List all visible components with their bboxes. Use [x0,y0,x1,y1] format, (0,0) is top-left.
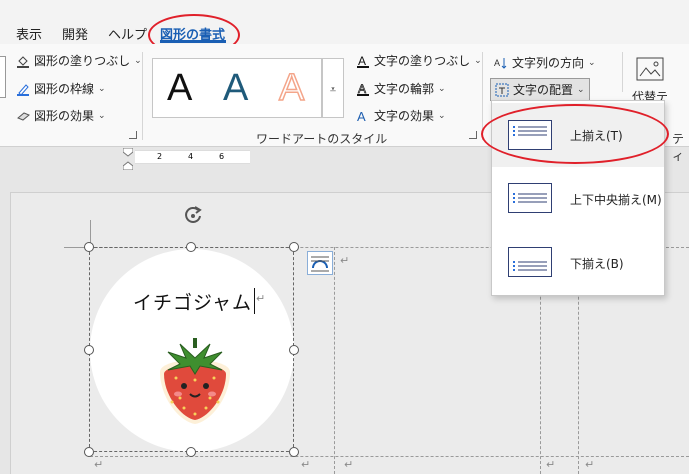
align-middle-option[interactable]: 上下中央揃え(M) [492,167,664,231]
svg-text:A: A [494,58,500,68]
align-middle-label: 上下中央揃え(M) [570,193,662,207]
resize-handle[interactable] [289,345,299,355]
chevron-down-icon: ⌄ [474,55,482,66]
horizontal-ruler[interactable]: 2 4 6 [135,150,250,164]
shape-fill-label: 図形の塗りつぶし [34,54,131,68]
indent-marker-icon[interactable] [122,147,134,171]
wordart-style-3[interactable]: A [278,66,305,110]
highlight-ring-align-top [481,104,669,164]
shape-text[interactable]: イチゴジャム [133,288,252,315]
wordart-group-label: ワードアートのスタイル [256,132,388,146]
paragraph-mark: ↵ [344,458,354,471]
alt-text-picture-icon[interactable] [636,56,666,90]
chevron-down-icon: ⌄ [438,110,446,121]
chevron-down-icon: ⌄ [98,110,106,121]
group-separator [622,52,623,92]
paragraph-mark: ↵ [546,458,556,471]
wordart-style-1[interactable]: A [167,67,192,110]
shape-effects-label: 図形の効果 [34,109,95,123]
svg-text:A: A [357,109,366,123]
text-cursor [254,288,255,314]
paint-bucket-icon [16,54,30,68]
text-fill-icon: A [356,54,370,68]
resize-handle[interactable] [84,447,94,457]
svg-text:A: A [358,82,366,96]
resize-handle[interactable] [289,447,299,457]
text-outline-icon: A [356,81,370,96]
paragraph-mark: ↵ [585,458,595,471]
text-direction-icon: A [494,56,508,70]
shape-effects-button[interactable]: 図形の効果 ⌄ [16,107,106,124]
text-align-icon [495,83,509,97]
more-arrow-icon: ⩡ [329,83,337,96]
dialog-launcher-icon[interactable] [129,131,137,139]
text-fill-button[interactable]: A 文字の塗りつぶし ⌄ [356,52,482,69]
ruler-tick: 2 [157,152,163,161]
text-effects-label: 文字の効果 [374,109,435,123]
text-effects-icon: A [356,109,370,124]
tab-view[interactable]: 表示 [16,24,42,43]
cut-group-label: ティ [672,132,685,163]
chevron-down-icon: ⌄ [134,55,142,66]
text-outline-label: 文字の輪郭 [374,82,435,96]
align-bottom-option[interactable]: 下揃え(B) [492,231,664,295]
shape-outline-label: 図形の枠線 [34,82,95,96]
resize-handle[interactable] [186,447,196,457]
shape-fill-button[interactable]: 図形の塗りつぶし ⌄ [16,52,142,69]
align-bottom-icon [508,247,552,277]
svg-text:A: A [358,54,366,68]
strawberry-icon [150,336,240,428]
resize-handle[interactable] [289,242,299,252]
text-align-button[interactable]: 文字の配置 ⌄ [490,78,590,101]
wordart-more-button[interactable]: ⩡ [322,58,344,118]
shape-gallery-edge[interactable] [0,56,6,98]
text-direction-button[interactable]: A 文字列の方向 ⌄ [494,54,596,71]
align-middle-icon [508,183,552,213]
wordart-style-2[interactable]: A [223,67,248,110]
tab-developer[interactable]: 開発 [62,24,88,43]
ruler-tick: 6 [219,152,225,161]
align-bottom-label: 下揃え(B) [570,257,624,271]
resize-handle[interactable] [84,242,94,252]
ruler-tick: 4 [188,152,194,161]
layout-options-button[interactable] [307,251,333,275]
ribbon-tab-bar: 表示 開発 ヘルプ 図形の書式 [0,0,689,44]
tab-help[interactable]: ヘルプ [108,24,147,43]
shape-effects-icon [16,109,30,123]
resize-handle[interactable] [186,242,196,252]
shape-outline-button[interactable]: 図形の枠線 ⌄ [16,80,106,97]
text-align-label: 文字の配置 [513,83,574,97]
rotate-handle-icon[interactable] [182,204,204,230]
paragraph-mark: ↵ [256,292,266,305]
chevron-down-icon: ⌄ [577,84,585,95]
chevron-down-icon: ⌄ [98,83,106,94]
paragraph-mark: ↵ [340,254,350,267]
resize-handle[interactable] [84,345,94,355]
chevron-down-icon: ⌄ [438,83,446,94]
text-outline-button[interactable]: A 文字の輪郭 ⌄ [356,80,446,97]
paragraph-mark: ↵ [301,458,311,471]
dialog-launcher-icon[interactable] [469,131,477,139]
table-gridline [334,247,335,474]
pencil-icon [16,82,30,96]
wordart-gallery[interactable]: A A A [152,58,322,118]
chevron-down-icon: ⌄ [588,57,596,68]
paragraph-mark: ↵ [94,458,104,471]
text-fill-label: 文字の塗りつぶし [374,54,471,68]
table-gridline [90,456,689,457]
text-direction-label: 文字列の方向 [512,56,585,70]
group-separator [142,52,143,140]
text-effects-button[interactable]: A 文字の効果 ⌄ [356,107,446,124]
